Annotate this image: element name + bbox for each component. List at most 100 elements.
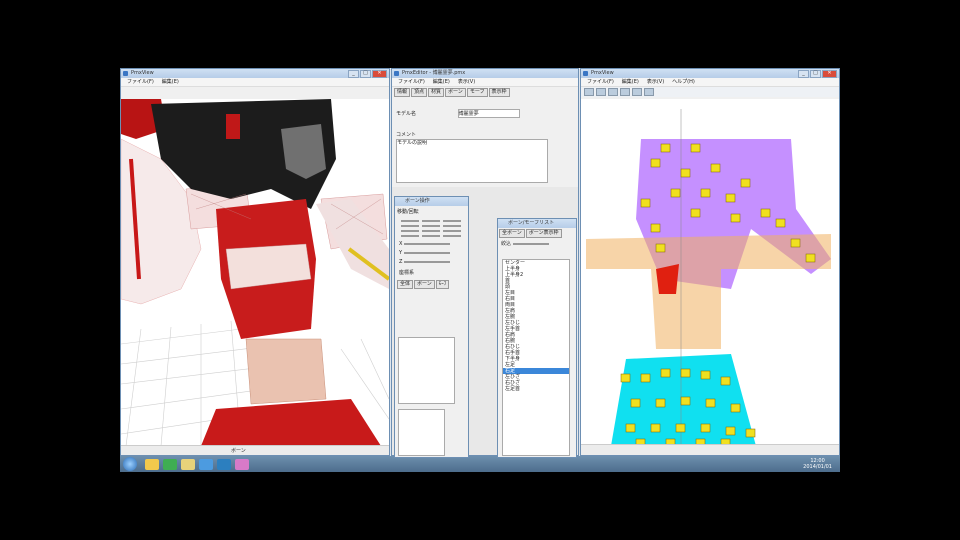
tool-button[interactable] xyxy=(632,88,642,96)
taskbar-app-explorer-icon[interactable] xyxy=(145,458,159,470)
bone-btn[interactable] xyxy=(422,225,440,227)
bone-joint-marker[interactable] xyxy=(725,193,736,203)
bone-joint-marker[interactable] xyxy=(710,163,721,173)
bone-list[interactable]: センター 上半身 上半身2 首頭左目 右目 両目 左肩 左腕 左ひじ 左手首 右肩 右腕 右ひじ 右手首下… xyxy=(502,259,570,456)
bone-joint-marker[interactable] xyxy=(700,188,711,198)
menu-file[interactable]: ファイル(F) xyxy=(127,78,154,86)
filter-field[interactable] xyxy=(512,243,549,245)
bone-joint-marker[interactable] xyxy=(700,370,711,380)
tab-material[interactable]: 材質 xyxy=(428,88,445,97)
subtab-morph[interactable]: ﾓｰﾌ xyxy=(435,280,450,289)
axis-z-field[interactable] xyxy=(404,261,451,263)
tab-frame[interactable]: 表示枠 xyxy=(488,88,510,97)
bone-joint-marker[interactable] xyxy=(620,373,631,383)
taskbar-app-globe-icon[interactable] xyxy=(217,458,231,470)
taskbar-app-media-icon[interactable] xyxy=(163,458,177,470)
right-menu-help[interactable]: ヘルプ(H) xyxy=(672,78,695,86)
bone-btn[interactable] xyxy=(401,220,419,222)
left-window-titlebar[interactable]: PmxView _ □ ✕ xyxy=(121,69,389,78)
minimize-button[interactable]: _ xyxy=(348,70,359,78)
subtab-bone[interactable]: ボーン xyxy=(414,280,435,289)
bone-joint-marker[interactable] xyxy=(690,143,701,153)
taskbar-app-folder-icon[interactable] xyxy=(181,458,195,470)
bone-joint-marker[interactable] xyxy=(670,188,681,198)
bone-joint-marker[interactable] xyxy=(805,253,816,263)
bone-joint-marker[interactable] xyxy=(625,423,636,433)
bone-joint-marker[interactable] xyxy=(775,218,786,228)
bone-btn[interactable] xyxy=(443,235,461,237)
bone-joint-marker[interactable] xyxy=(660,143,671,153)
bone-joint-marker[interactable] xyxy=(660,368,671,378)
editor-menu-edit[interactable]: 編集(E) xyxy=(433,78,450,86)
tool-button[interactable] xyxy=(644,88,654,96)
bone-btn[interactable] xyxy=(422,220,440,222)
tool-button[interactable] xyxy=(620,88,630,96)
bone-joint-marker[interactable] xyxy=(650,423,661,433)
bone-joint-marker[interactable] xyxy=(655,243,666,253)
close-button[interactable]: ✕ xyxy=(372,70,387,78)
bone-joint-marker[interactable] xyxy=(640,373,651,383)
bone-btn[interactable] xyxy=(401,235,419,237)
bone-btn[interactable] xyxy=(443,230,461,232)
model-name-field[interactable]: 博麗霊夢 xyxy=(457,109,520,118)
bone-joint-marker[interactable] xyxy=(675,423,686,433)
taskbar-app-paint-icon[interactable] xyxy=(199,458,213,470)
bone-joint-marker[interactable] xyxy=(680,168,691,178)
comment-textarea[interactable]: モデルの説明 xyxy=(396,139,548,183)
taskbar-app-editor-icon[interactable] xyxy=(235,458,249,470)
bone-joint-marker[interactable] xyxy=(630,398,641,408)
bone-btn[interactable] xyxy=(422,235,440,237)
bone-joint-marker[interactable] xyxy=(640,198,651,208)
axis-y-field[interactable] xyxy=(403,252,450,254)
tab-vertex[interactable]: 頂点 xyxy=(411,88,428,97)
tool-button[interactable] xyxy=(596,88,606,96)
axis-x-field[interactable] xyxy=(404,243,451,245)
bone-btn[interactable] xyxy=(422,230,440,232)
tool-button[interactable] xyxy=(608,88,618,96)
right-menu-edit[interactable]: 編集(E) xyxy=(622,78,639,86)
bone-joint-marker[interactable] xyxy=(760,208,771,218)
bone-btn[interactable] xyxy=(401,230,419,232)
bone-joint-marker[interactable] xyxy=(650,158,661,168)
bone-joint-marker[interactable] xyxy=(730,213,741,223)
tab-bone[interactable]: ボーン xyxy=(445,88,466,97)
start-button[interactable] xyxy=(123,457,137,471)
tool-button[interactable] xyxy=(584,88,594,96)
system-clock[interactable]: 12:00 2014/01/01 xyxy=(803,458,832,470)
bone-joint-marker[interactable] xyxy=(745,428,756,438)
right-maximize-button[interactable]: □ xyxy=(810,70,821,78)
bone-joint-marker[interactable] xyxy=(650,223,661,233)
bone-sub-list[interactable] xyxy=(398,337,455,404)
bone-joint-marker[interactable] xyxy=(680,368,691,378)
right-window-titlebar[interactable]: PmxView _ □ ✕ xyxy=(581,69,839,78)
bone-joint-marker[interactable] xyxy=(655,398,666,408)
bone-list-item[interactable]: 左足首 xyxy=(503,386,569,392)
right-menu-view[interactable]: 表示(V) xyxy=(647,78,664,86)
right-3d-viewport[interactable] xyxy=(581,99,839,446)
menu-edit[interactable]: 編集(E) xyxy=(162,78,179,86)
editor-titlebar[interactable]: PmxEditor - 博麗霊夢.pmx xyxy=(392,69,578,78)
bone-joint-marker[interactable] xyxy=(690,208,701,218)
bone-btn[interactable] xyxy=(443,225,461,227)
editor-menu-file[interactable]: ファイル(F) xyxy=(398,78,425,86)
bone-joint-marker[interactable] xyxy=(680,396,691,406)
maximize-button[interactable]: □ xyxy=(360,70,371,78)
list-tab-frame[interactable]: ボーン表示枠 xyxy=(525,229,562,238)
bone-btn[interactable] xyxy=(401,225,419,227)
tab-morph[interactable]: モーフ xyxy=(466,88,488,97)
editor-menu-view[interactable]: 表示(V) xyxy=(458,78,475,86)
right-close-button[interactable]: ✕ xyxy=(822,70,837,78)
bone-panel-titlebar[interactable]: ボーン操作 xyxy=(395,197,468,206)
right-minimize-button[interactable]: _ xyxy=(798,70,809,78)
bone-btn[interactable] xyxy=(443,220,461,222)
bone-joint-marker[interactable] xyxy=(705,398,716,408)
list-tab-all[interactable]: 全ボーン xyxy=(499,229,525,238)
right-menu-file[interactable]: ファイル(F) xyxy=(587,78,614,86)
bone-sub-list-2[interactable] xyxy=(398,409,445,456)
list-window-titlebar[interactable]: ボーン/モーフリスト xyxy=(498,219,576,228)
bone-joint-marker[interactable] xyxy=(725,426,736,436)
left-3d-viewport[interactable] xyxy=(121,99,389,446)
bone-joint-marker[interactable] xyxy=(790,238,801,248)
tab-info[interactable]: 情報 xyxy=(394,88,411,97)
bone-joint-marker[interactable] xyxy=(700,423,711,433)
